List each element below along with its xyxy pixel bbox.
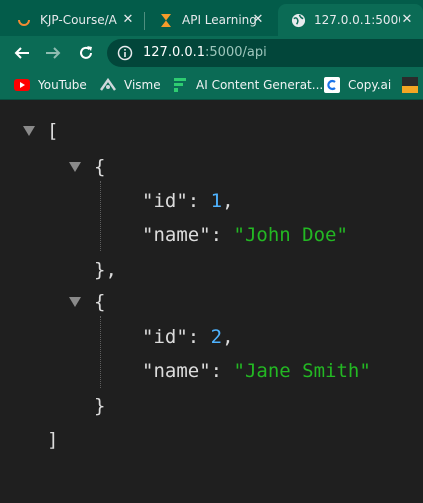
bookmark-copy-ai[interactable]: Copy.ai — [324, 77, 391, 93]
reload-button[interactable] — [74, 41, 98, 65]
json-key: "id" — [142, 326, 188, 348]
back-arrow-icon — [14, 47, 29, 59]
back-button[interactable] — [10, 41, 34, 65]
reload-icon — [80, 46, 92, 59]
json-string-value: "John Doe" — [233, 224, 348, 246]
json-number-value: 2 — [210, 326, 223, 348]
json-row-id: "id": 2, — [142, 326, 234, 348]
url-host: 127.0.0.1 — [143, 45, 206, 60]
json-key: "name" — [142, 360, 211, 382]
json-colon: : — [187, 326, 211, 348]
bookmark-label: Visme — [124, 78, 161, 92]
site-info-icon[interactable] — [117, 45, 133, 61]
bookmark-visme[interactable]: Visme — [100, 77, 161, 93]
indent-guide — [100, 316, 101, 388]
json-key: "id" — [142, 190, 188, 212]
json-key: "name" — [142, 224, 211, 246]
forward-arrow-icon — [46, 47, 61, 59]
tab-kjp-course[interactable]: KJP-Course/A ✕ — [0, 4, 144, 36]
json-row-name: "name": "John Doe" — [142, 224, 348, 246]
json-number-value: 1 — [210, 190, 223, 212]
ai-content-icon — [172, 77, 188, 93]
bookmark-favicon-icon — [402, 77, 418, 93]
tab-separator — [144, 12, 145, 30]
collapse-toggle-icon[interactable] — [69, 162, 81, 172]
json-row-name: "name": "Jane Smith" — [142, 360, 371, 382]
json-row-id: "id": 1, — [142, 190, 234, 212]
forward-button[interactable] — [41, 41, 65, 65]
bookmark-youtube[interactable]: YouTube — [14, 77, 87, 93]
hourglass-icon — [158, 12, 174, 28]
close-tab-icon[interactable]: ✕ — [250, 12, 266, 28]
tab-title: KJP-Course/A — [40, 13, 117, 27]
tab-localhost-api[interactable]: 127.0.0.1:5000 ✕ — [278, 4, 423, 36]
url-path: :5000/api — [205, 45, 267, 60]
object-open-brace: { — [94, 291, 106, 313]
toolbar: 127.0.0.1:5000/api — [0, 36, 423, 70]
tab-strip: KJP-Course/A ✕ API Learning ✕ 127.0.0.1:… — [0, 0, 423, 36]
globe-icon — [290, 12, 306, 28]
json-colon: : — [210, 224, 234, 246]
object-open-brace: { — [94, 156, 106, 178]
json-colon: : — [187, 190, 211, 212]
bookmark-ai-content-generator[interactable]: AI Content Generat... — [172, 77, 323, 93]
youtube-icon — [14, 77, 30, 93]
loading-spinner-icon — [16, 12, 32, 28]
json-string-value: "Jane Smith" — [233, 360, 371, 382]
address-bar[interactable]: 127.0.0.1:5000/api — [107, 39, 423, 67]
bookmark-label: YouTube — [38, 78, 87, 92]
url-text: 127.0.0.1:5000/api — [143, 45, 267, 60]
json-colon: : — [210, 360, 234, 382]
json-comma: , — [222, 190, 234, 212]
tab-api-learning[interactable]: API Learning ✕ — [146, 4, 274, 36]
json-viewer: [ { "id": 1, "name": "John Doe" }, { "id… — [0, 101, 423, 503]
bookmark-label: Copy.ai — [348, 78, 392, 92]
object-close-brace: }, — [94, 259, 117, 281]
collapse-toggle-icon[interactable] — [23, 126, 35, 136]
bookmark-label: AI Content Generat... — [196, 78, 324, 92]
close-tab-icon[interactable]: ✕ — [120, 12, 136, 28]
bookmark-overflow[interactable] — [402, 77, 423, 93]
copyai-icon — [324, 77, 340, 93]
bookmarks-bar: YouTube Visme AI Content Generat... Copy… — [0, 70, 423, 100]
tab-title: 127.0.0.1:5000 — [314, 13, 400, 27]
indent-guide — [100, 181, 101, 251]
object-close-brace: } — [94, 395, 106, 417]
array-close-bracket: ] — [47, 429, 59, 451]
collapse-toggle-icon[interactable] — [69, 297, 81, 307]
json-comma: , — [222, 326, 234, 348]
visme-icon — [100, 77, 116, 93]
close-tab-icon[interactable]: ✕ — [399, 12, 415, 28]
array-open-bracket: [ — [47, 120, 59, 142]
